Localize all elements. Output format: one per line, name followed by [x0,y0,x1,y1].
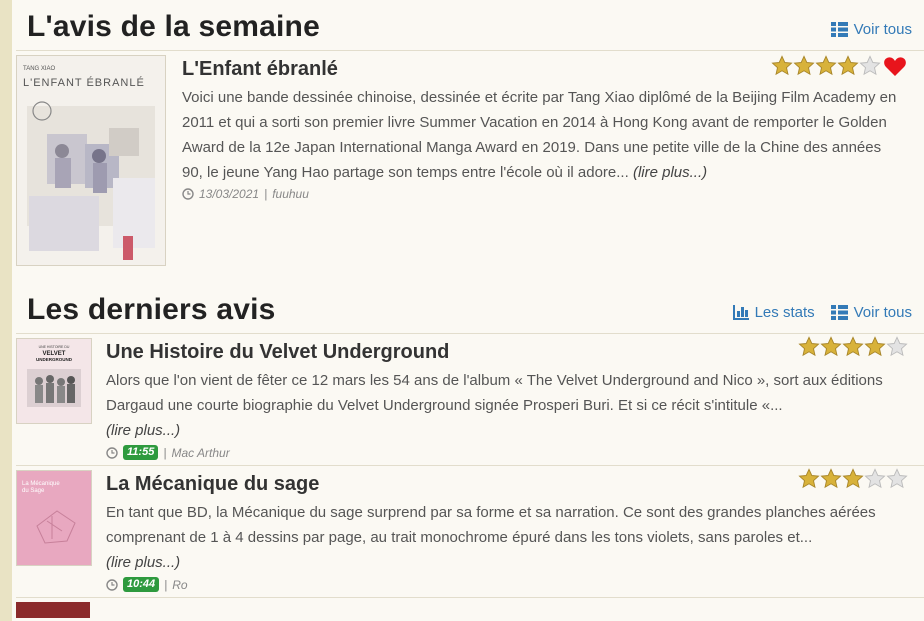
week-section-header: L'avis de la semaine Voir tous [16,0,924,50]
review-author[interactable]: Ro [172,578,187,592]
week-header-links: Voir tous [830,21,912,38]
clock-icon [106,578,118,591]
review-meta: 11:55 | Mac Arthur [106,445,908,460]
cover-author-text: TANG XIAO [23,66,56,72]
stats-link[interactable]: Les stats [732,304,815,321]
latest-header-links: Les stats Voir tous [732,304,912,321]
svg-text:UNE HISTOIRE DU: UNE HISTOIRE DU [39,345,70,349]
featured-review-title[interactable]: L'Enfant ébranlé [182,57,906,81]
cover-illustration: La Mécanique du Sage [17,471,91,565]
svg-text:La Mécanique: La Mécanique [22,481,60,487]
svg-text:du Sage: du Sage [22,488,45,494]
featured-review-excerpt: Voici une bande dessinée chinoise, dessi… [182,85,906,185]
book-cover-partial[interactable] [16,602,90,618]
read-more-link[interactable]: (lire plus...) [106,422,180,439]
review-meta: 10:44 | Ro [106,577,908,592]
week-see-all-link[interactable]: Voir tous [830,21,912,38]
book-cover-enfant-ebranle[interactable]: TANG XIAO L'ENFANT ÉBRANLÉ [16,55,166,266]
svg-text:UNDERGROUND: UNDERGROUND [36,357,73,362]
featured-review: TANG XIAO L'ENFANT ÉBRANLÉ L'Enfant ébra… [16,51,924,269]
meta-separator: | [164,577,168,592]
book-cover-velvet-underground[interactable]: UNE HISTOIRE DU VELVET UNDERGROUND [16,338,92,424]
review-body: Une Histoire du Velvet Underground Alors… [106,340,908,460]
review-title[interactable]: La Mécanique du sage [106,472,908,496]
featured-review-author[interactable]: fuuhuu [272,187,309,201]
book-cover-mecanique-du-sage[interactable]: La Mécanique du Sage [16,470,92,566]
cover-illustration: TANG XIAO L'ENFANT ÉBRANLÉ [17,56,165,265]
review-text: Alors que l'on vient de fêter ce 12 mars… [106,372,883,414]
review-body: La Mécanique du sage En tant que BD, la … [106,472,908,592]
latest-section-title: Les derniers avis [27,293,276,326]
bar-chart-icon [732,305,749,320]
week-section-title: L'avis de la semaine [27,10,320,43]
featured-review-date: 13/03/2021 [199,187,260,201]
review-author[interactable]: Mac Arthur [171,446,229,460]
time-badge: 10:44 [123,577,160,592]
meta-separator: | [264,187,268,201]
review-title[interactable]: Une Histoire du Velvet Underground [106,340,908,364]
review-text: En tant que BD, la Mécanique du sage sur… [106,504,876,546]
review-item: La Mécanique du Sage La Mécanique du sag… [16,466,924,598]
featured-review-text: Voici une bande dessinée chinoise, dessi… [182,89,897,181]
latest-section-header: Les derniers avis Les stats Voir tous [16,269,924,333]
stats-label: Les stats [754,304,815,321]
left-decorative-bar [0,0,12,621]
cover-illustration: UNE HISTOIRE DU VELVET UNDERGROUND [17,339,91,423]
list-icon [830,305,848,320]
cover-title-text: L'ENFANT ÉBRANLÉ [23,76,145,89]
time-badge: 11:55 [123,445,159,460]
week-see-all-label: Voir tous [853,21,912,38]
review-excerpt: Alors que l'on vient de fêter ce 12 mars… [106,368,908,443]
latest-see-all-label: Voir tous [853,304,912,321]
list-icon [830,22,848,37]
review-item: UNE HISTOIRE DU VELVET UNDERGROUND Une H… [16,334,924,466]
review-item-partial [16,598,924,618]
clock-icon [182,188,194,200]
meta-separator: | [163,445,167,460]
main-content: L'avis de la semaine Voir tous TANG XIAO… [16,0,924,618]
latest-see-all-link[interactable]: Voir tous [830,304,912,321]
clock-icon [106,446,118,459]
read-more-link[interactable]: (lire plus...) [106,554,180,571]
review-excerpt: En tant que BD, la Mécanique du sage sur… [106,500,908,575]
featured-read-more-link[interactable]: (lire plus...) [633,164,707,181]
featured-review-body: L'Enfant ébranlé Voici une bande dessiné… [182,57,906,201]
featured-review-meta: 13/03/2021 | fuuhuu [182,187,906,201]
